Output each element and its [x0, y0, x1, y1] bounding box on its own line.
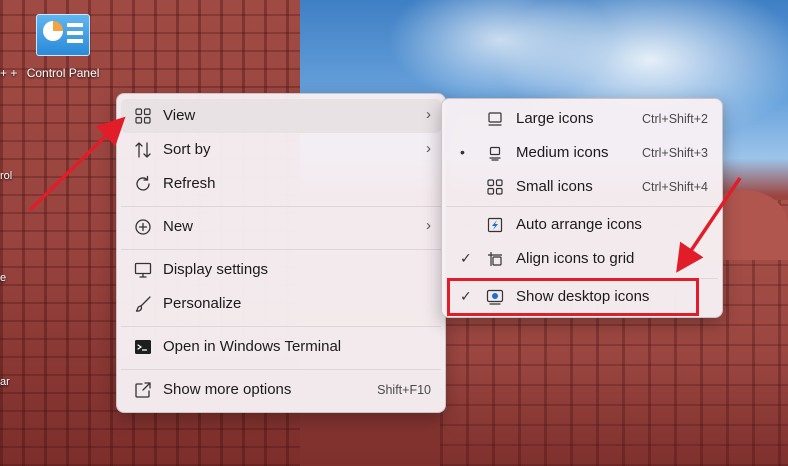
submenu-item-small-icons[interactable]: Small icons Ctrl+Shift+4 [446, 170, 718, 204]
desktop-context-menu: View › Sort by › Refresh New › Display s… [116, 93, 446, 413]
menu-item-show-more-options-label: Show more options [163, 381, 292, 398]
edge-text-1: rol [0, 170, 13, 182]
menu-divider [121, 369, 441, 370]
menu-divider [121, 206, 441, 207]
large-icons-icon [486, 110, 504, 128]
submenu-item-show-desktop-icons-label: Show desktop icons [516, 288, 650, 305]
label-prefix: + + [0, 66, 18, 80]
plus-circle-icon [134, 218, 152, 236]
menu-item-display-settings[interactable]: Display settings [121, 253, 441, 287]
menu-item-refresh[interactable]: Refresh [121, 167, 441, 201]
edge-text-2: e [0, 272, 7, 284]
desktop[interactable]: + + Control Panel rol e ar View › Sort b… [0, 0, 788, 466]
menu-item-sort-by[interactable]: Sort by › [121, 133, 441, 167]
chevron-right-icon: › [426, 106, 431, 123]
menu-divider [121, 249, 441, 250]
auto-arrange-icon [486, 216, 504, 234]
show-desktop-icon [486, 288, 504, 306]
menu-item-new[interactable]: New › [121, 210, 441, 244]
chevron-right-icon: › [426, 217, 431, 234]
menu-item-personalize-label: Personalize [163, 295, 242, 312]
control-panel-icon[interactable] [36, 14, 90, 56]
submenu-item-align-to-grid-label: Align icons to grid [516, 250, 635, 267]
sort-icon [134, 141, 152, 159]
grid-icon [134, 107, 152, 125]
selected-dot-icon: • [460, 144, 465, 160]
menu-item-open-terminal-label: Open in Windows Terminal [163, 338, 342, 355]
view-submenu: Large icons Ctrl+Shift+2 • Medium icons … [441, 98, 723, 318]
checkmark-icon: ✓ [460, 250, 472, 266]
small-icons-icon [486, 178, 504, 196]
submenu-item-large-icons[interactable]: Large icons Ctrl+Shift+2 [446, 102, 718, 136]
shortcut-text: Ctrl+Shift+4 [641, 180, 708, 194]
menu-item-sort-by-label: Sort by [163, 141, 211, 158]
submenu-item-medium-icons-label: Medium icons [516, 144, 609, 161]
monitor-icon [134, 261, 152, 279]
checkmark-icon: ✓ [460, 288, 472, 304]
shortcut-text: Shift+F10 [377, 383, 431, 397]
chevron-right-icon: › [426, 140, 431, 157]
expand-icon [134, 381, 152, 399]
menu-item-view[interactable]: View › [121, 99, 441, 133]
medium-icons-icon [486, 144, 504, 162]
edge-text-3: ar [0, 376, 10, 388]
submenu-item-medium-icons[interactable]: • Medium icons Ctrl+Shift+3 [446, 136, 718, 170]
brush-icon [134, 295, 152, 313]
menu-item-open-terminal[interactable]: Open in Windows Terminal [121, 330, 441, 364]
align-grid-icon [486, 250, 504, 268]
submenu-item-large-icons-label: Large icons [516, 110, 594, 127]
menu-item-view-label: View [163, 107, 196, 124]
control-panel-label-text: Control Panel [26, 66, 100, 80]
menu-item-new-label: New [163, 218, 194, 235]
control-panel-label[interactable]: + + Control Panel [0, 66, 110, 80]
menu-item-display-settings-label: Display settings [163, 261, 269, 278]
menu-item-refresh-label: Refresh [163, 175, 216, 192]
menu-item-personalize[interactable]: Personalize [121, 287, 441, 321]
refresh-icon [134, 175, 152, 193]
menu-item-show-more-options[interactable]: Show more options Shift+F10 [121, 373, 441, 407]
submenu-item-small-icons-label: Small icons [516, 178, 593, 195]
menu-divider [446, 278, 718, 279]
terminal-icon [134, 338, 152, 356]
submenu-item-align-to-grid[interactable]: ✓ Align icons to grid [446, 242, 718, 276]
submenu-item-auto-arrange-label: Auto arrange icons [516, 216, 642, 233]
submenu-item-show-desktop-icons[interactable]: ✓ Show desktop icons [446, 280, 718, 314]
shortcut-text: Ctrl+Shift+3 [641, 146, 708, 160]
submenu-item-auto-arrange[interactable]: Auto arrange icons [446, 208, 718, 242]
menu-divider [446, 206, 718, 207]
menu-divider [121, 326, 441, 327]
shortcut-text: Ctrl+Shift+2 [641, 112, 708, 126]
